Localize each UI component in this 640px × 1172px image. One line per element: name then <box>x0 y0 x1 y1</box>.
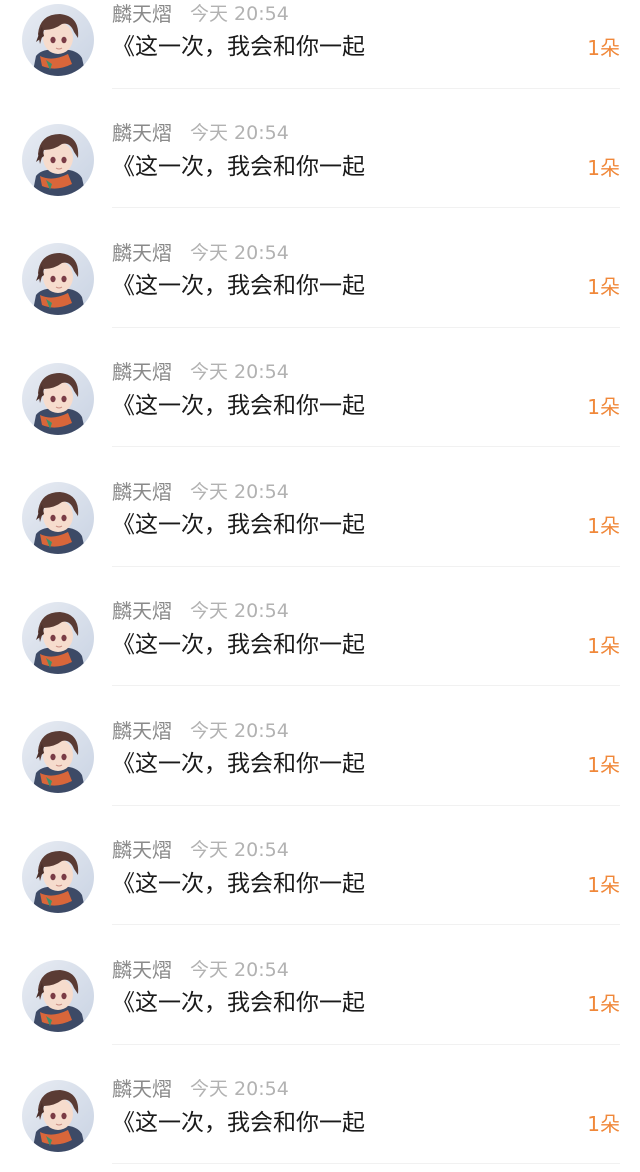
gift-amount: 1朵 <box>587 750 620 780</box>
item-meta: 麟天熠 今天 20:54 <box>112 0 289 26</box>
gift-amount: 1朵 <box>587 392 620 422</box>
row-divider <box>112 207 620 208</box>
avatar[interactable] <box>22 602 94 674</box>
avatar[interactable] <box>22 721 94 793</box>
item-meta: 麟天熠 今天 20:54 <box>112 118 289 146</box>
item-meta: 麟天熠 今天 20:54 <box>112 1074 289 1102</box>
avatar[interactable] <box>22 1080 94 1152</box>
timestamp: 今天 20:54 <box>190 357 289 384</box>
list-item[interactable]: 麟天熠 今天 20:54 《这一次，我会和你一起 1朵 <box>0 933 640 1053</box>
item-meta: 麟天熠 今天 20:54 <box>112 835 289 863</box>
username[interactable]: 麟天熠 <box>112 834 172 863</box>
row-divider <box>112 685 620 686</box>
list-item[interactable]: 麟天熠 今天 20:54 《这一次，我会和你一起 1朵 <box>0 575 640 695</box>
gift-amount: 1朵 <box>587 153 620 183</box>
gift-amount: 1朵 <box>587 631 620 661</box>
avatar[interactable] <box>22 841 94 913</box>
list-item[interactable]: 麟天熠 今天 20:54 《这一次，我会和你一起 1朵 <box>0 216 640 336</box>
gift-amount: 1朵 <box>587 870 620 900</box>
row-divider <box>112 566 620 567</box>
timestamp: 今天 20:54 <box>190 477 289 504</box>
gift-amount: 1朵 <box>587 33 620 63</box>
username[interactable]: 麟天熠 <box>112 356 172 385</box>
list-item[interactable]: 麟天熠 今天 20:54 《这一次，我会和你一起 1朵 <box>0 0 640 97</box>
username[interactable]: 麟天熠 <box>112 1073 172 1102</box>
timestamp: 今天 20:54 <box>190 1074 289 1101</box>
book-title[interactable]: 《这一次，我会和你一起 <box>112 269 365 303</box>
row-divider <box>112 88 620 89</box>
list-item[interactable]: 麟天熠 今天 20:54 《这一次，我会和你一起 1朵 <box>0 455 640 575</box>
row-divider <box>112 924 620 925</box>
row-divider <box>112 805 620 806</box>
avatar[interactable] <box>22 4 94 76</box>
book-title[interactable]: 《这一次，我会和你一起 <box>112 30 365 64</box>
book-title[interactable]: 《这一次，我会和你一起 <box>112 628 365 662</box>
avatar[interactable] <box>22 960 94 1032</box>
book-title[interactable]: 《这一次，我会和你一起 <box>112 986 365 1020</box>
list-item[interactable]: 麟天熠 今天 20:54 《这一次，我会和你一起 1朵 <box>0 97 640 217</box>
list-item[interactable]: 麟天熠 今天 20:54 《这一次，我会和你一起 1朵 <box>0 336 640 456</box>
username[interactable]: 麟天熠 <box>112 0 172 27</box>
avatar[interactable] <box>22 124 94 196</box>
book-title[interactable]: 《这一次，我会和你一起 <box>112 867 365 901</box>
item-meta: 麟天熠 今天 20:54 <box>112 596 289 624</box>
username[interactable]: 麟天熠 <box>112 117 172 146</box>
row-divider <box>112 1044 620 1045</box>
list-item[interactable]: 麟天熠 今天 20:54 《这一次，我会和你一起 1朵 <box>0 1053 640 1172</box>
row-divider <box>112 1163 620 1164</box>
timestamp: 今天 20:54 <box>190 118 289 145</box>
row-divider <box>112 327 620 328</box>
item-meta: 麟天熠 今天 20:54 <box>112 476 289 504</box>
item-meta: 麟天熠 今天 20:54 <box>112 237 289 265</box>
username[interactable]: 麟天熠 <box>112 237 172 266</box>
timestamp: 今天 20:54 <box>190 238 289 265</box>
book-title[interactable]: 《这一次，我会和你一起 <box>112 150 365 184</box>
timestamp: 今天 20:54 <box>190 955 289 982</box>
book-title[interactable]: 《这一次，我会和你一起 <box>112 1106 365 1140</box>
item-meta: 麟天熠 今天 20:54 <box>112 954 289 982</box>
username[interactable]: 麟天熠 <box>112 476 172 505</box>
item-meta: 麟天熠 今天 20:54 <box>112 715 289 743</box>
gift-amount: 1朵 <box>587 1109 620 1139</box>
item-meta: 麟天熠 今天 20:54 <box>112 357 289 385</box>
list-item[interactable]: 麟天熠 今天 20:54 《这一次，我会和你一起 1朵 <box>0 814 640 934</box>
timestamp: 今天 20:54 <box>190 596 289 623</box>
gift-amount: 1朵 <box>587 272 620 302</box>
book-title[interactable]: 《这一次，我会和你一起 <box>112 747 365 781</box>
avatar[interactable] <box>22 482 94 554</box>
timestamp: 今天 20:54 <box>190 0 289 26</box>
timestamp: 今天 20:54 <box>190 716 289 743</box>
gift-amount: 1朵 <box>587 511 620 541</box>
timestamp: 今天 20:54 <box>190 835 289 862</box>
username[interactable]: 麟天熠 <box>112 954 172 983</box>
username[interactable]: 麟天熠 <box>112 715 172 744</box>
list-item[interactable]: 麟天熠 今天 20:54 《这一次，我会和你一起 1朵 <box>0 694 640 814</box>
gift-amount: 1朵 <box>587 989 620 1019</box>
book-title[interactable]: 《这一次，我会和你一起 <box>112 508 365 542</box>
row-divider <box>112 446 620 447</box>
username[interactable]: 麟天熠 <box>112 595 172 624</box>
gift-record-list: 麟天熠 今天 20:54 《这一次，我会和你一起 1朵 麟天熠 今天 20:54… <box>0 0 640 1172</box>
avatar[interactable] <box>22 363 94 435</box>
avatar[interactable] <box>22 243 94 315</box>
book-title[interactable]: 《这一次，我会和你一起 <box>112 389 365 423</box>
